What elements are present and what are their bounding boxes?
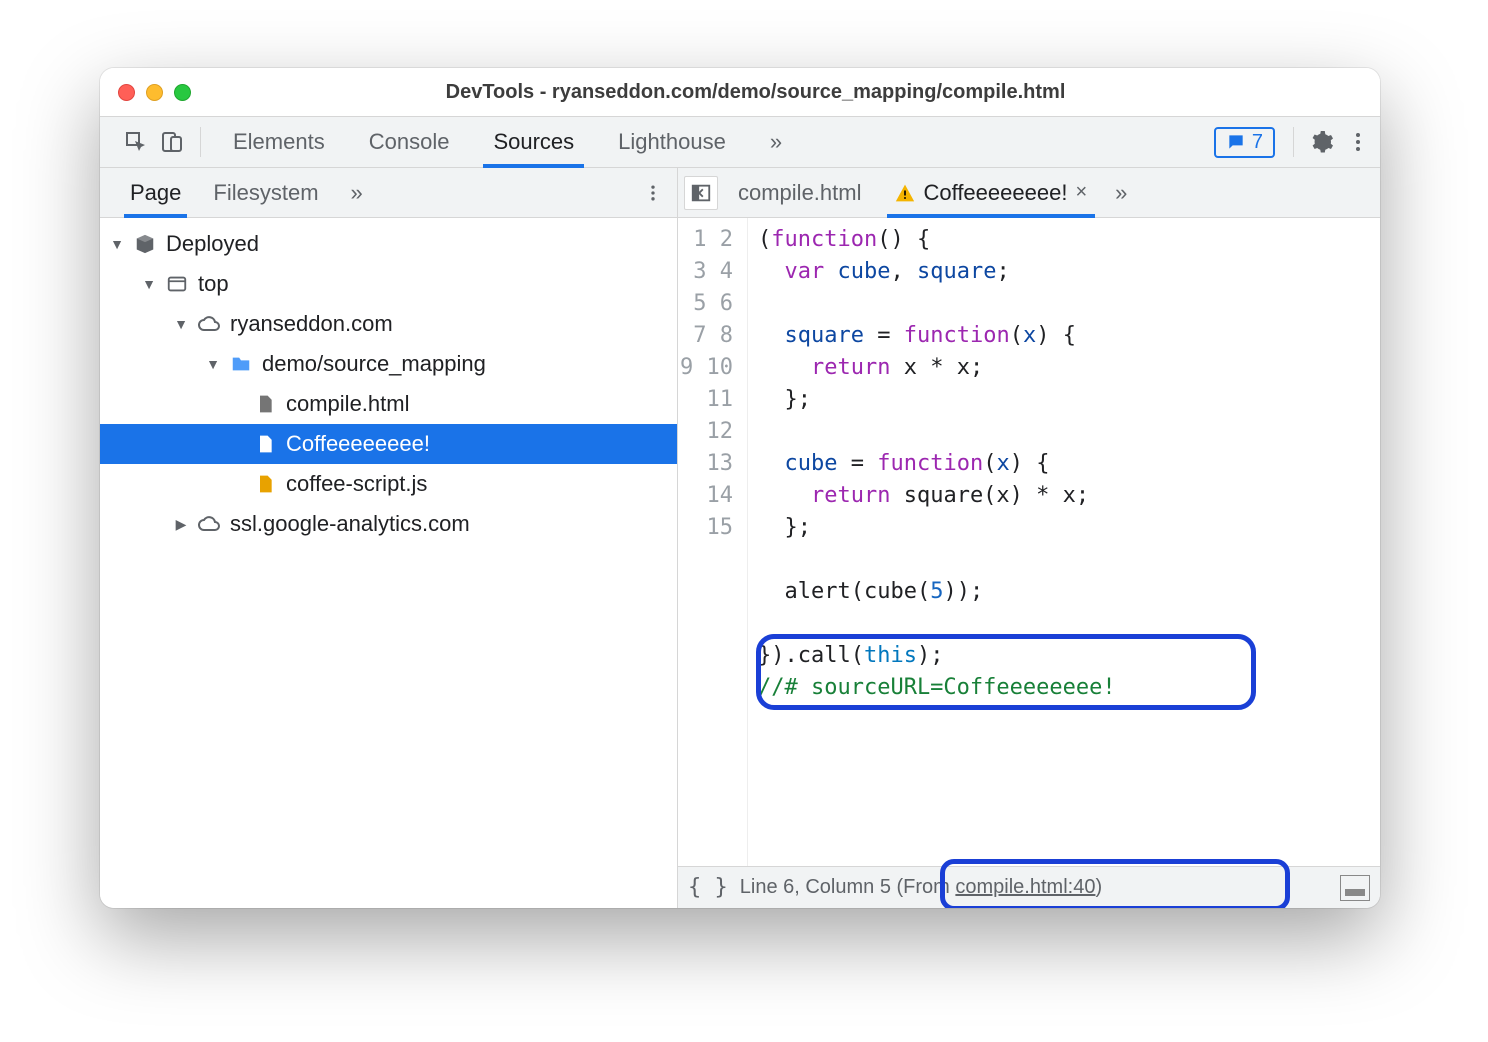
tabs-overflow-button[interactable]: » <box>748 117 804 167</box>
pretty-print-button[interactable]: { } <box>688 875 728 900</box>
file-tree: ▼ Deployed ▼ top ▼ <box>100 218 677 908</box>
kebab-icon <box>643 183 663 203</box>
titlebar: DevTools - ryanseddon.com/demo/source_ma… <box>100 68 1380 116</box>
folder-icon <box>228 353 254 375</box>
tree-label: Deployed <box>166 231 259 257</box>
window-controls <box>118 84 191 101</box>
editor-file-tabs: compile.html Coffeeeeeeee! × » <box>678 168 1380 218</box>
tree-file-coffee-vm[interactable]: Coffeeeeeeee! <box>100 424 677 464</box>
settings-button[interactable] <box>1304 124 1340 160</box>
line-gutter: 1 2 3 4 5 6 7 8 9 10 11 12 13 14 15 <box>678 218 748 866</box>
minimize-window-button[interactable] <box>146 84 163 101</box>
more-menu-button[interactable] <box>1340 124 1376 160</box>
tab-sources[interactable]: Sources <box>471 117 596 167</box>
navigator-tabs-overflow[interactable]: » <box>335 168 379 217</box>
file-tab-label: compile.html <box>738 180 861 206</box>
gear-icon <box>1310 130 1334 154</box>
tree-file-coffee-script[interactable]: coffee-script.js <box>100 464 677 504</box>
file-tabs-overflow[interactable]: » <box>1107 168 1135 217</box>
tree-file-compile[interactable]: compile.html <box>100 384 677 424</box>
cloud-icon <box>196 312 222 336</box>
show-navigator-button[interactable] <box>684 176 718 210</box>
kebab-icon <box>1346 130 1370 154</box>
tab-console[interactable]: Console <box>347 117 472 167</box>
file-tab-coffee-vm[interactable]: Coffeeeeeeee! × <box>881 168 1101 217</box>
file-tab-label: Coffeeeeeeee! <box>923 180 1067 206</box>
editor-panel: compile.html Coffeeeeeeee! × » 1 2 3 4 5… <box>678 168 1380 908</box>
frame-icon <box>164 273 190 295</box>
navigator-more-button[interactable] <box>635 175 671 211</box>
issues-icon <box>1226 132 1246 152</box>
tree-top[interactable]: ▼ top <box>100 264 677 304</box>
editor-status-bar: { } Line 6, Column 5 (From compile.html:… <box>678 866 1380 908</box>
box-icon <box>132 233 158 255</box>
code-editor[interactable]: 1 2 3 4 5 6 7 8 9 10 11 12 13 14 15 (fun… <box>678 218 1380 866</box>
issues-count: 7 <box>1252 131 1263 154</box>
panel-left-icon <box>690 182 712 204</box>
file-icon <box>252 433 278 455</box>
file-tab-compile[interactable]: compile.html <box>724 168 875 217</box>
annotation-highlight-from <box>940 859 1290 908</box>
cloud-icon <box>196 512 222 536</box>
show-debugger-button[interactable] <box>1340 875 1370 901</box>
maximize-window-button[interactable] <box>174 84 191 101</box>
tree-label: ssl.google-analytics.com <box>230 511 470 537</box>
issues-badge[interactable]: 7 <box>1214 127 1275 158</box>
tree-label: ryanseddon.com <box>230 311 393 337</box>
file-icon <box>252 473 278 495</box>
tree-domain[interactable]: ▼ ryanseddon.com <box>100 304 677 344</box>
annotation-highlight-sourceurl <box>756 634 1256 710</box>
window-title: DevTools - ryanseddon.com/demo/source_ma… <box>209 81 1362 104</box>
navigator-tab-page[interactable]: Page <box>114 168 197 217</box>
tree-deployed[interactable]: ▼ Deployed <box>100 224 677 264</box>
panel-tabs: Elements Console Sources Lighthouse » <box>211 117 804 167</box>
tree-label: demo/source_mapping <box>262 351 486 377</box>
inspect-element-icon[interactable] <box>118 124 154 160</box>
close-tab-button[interactable]: × <box>1075 181 1087 204</box>
tree-folder[interactable]: ▼ demo/source_mapping <box>100 344 677 384</box>
device-toolbar-icon[interactable] <box>154 124 190 160</box>
toolbar-separator <box>200 127 201 157</box>
toolbar-separator <box>1293 127 1294 157</box>
sources-body: Page Filesystem » ▼ Deployed ▼ <box>100 168 1380 908</box>
code-content: (function() { var cube, square; square =… <box>748 218 1126 866</box>
navigator-tabs: Page Filesystem » <box>100 168 677 218</box>
tree-label: top <box>198 271 229 297</box>
file-icon <box>252 393 278 415</box>
navigator-panel: Page Filesystem » ▼ Deployed ▼ <box>100 168 678 908</box>
tree-label: compile.html <box>286 391 409 417</box>
warning-icon <box>895 183 915 203</box>
tab-lighthouse[interactable]: Lighthouse <box>596 117 748 167</box>
tree-label: coffee-script.js <box>286 471 427 497</box>
navigator-tab-filesystem[interactable]: Filesystem <box>197 168 334 217</box>
devtools-window: DevTools - ryanseddon.com/demo/source_ma… <box>100 68 1380 908</box>
tree-label: Coffeeeeeeee! <box>286 431 430 457</box>
main-toolbar: Elements Console Sources Lighthouse » 7 <box>100 116 1380 168</box>
close-window-button[interactable] <box>118 84 135 101</box>
tab-elements[interactable]: Elements <box>211 117 347 167</box>
tree-analytics[interactable]: ▶ ssl.google-analytics.com <box>100 504 677 544</box>
